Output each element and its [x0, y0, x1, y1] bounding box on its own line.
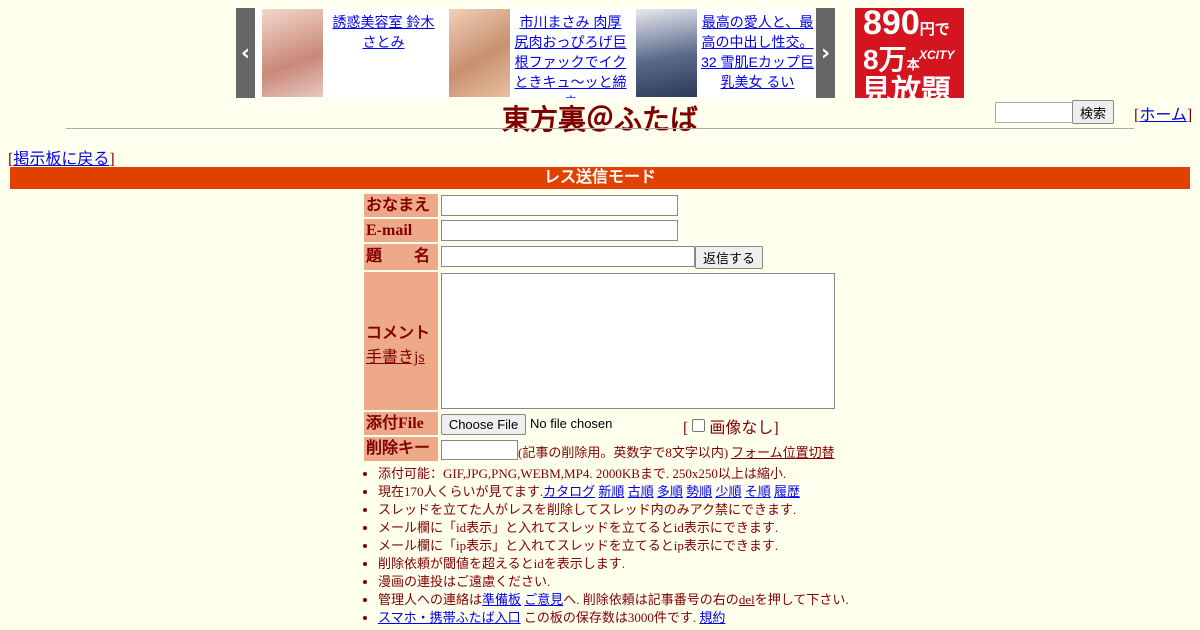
history-link[interactable]: 履歴 [774, 484, 800, 499]
divider [66, 128, 1134, 129]
rules-list: 添付可能：GIF,JPG,PNG,WEBM,MP4. 2000KBまで. 250… [360, 465, 849, 627]
ad-link-3[interactable]: 最高の愛人と、最高の中出し性交。32 雪肌Eカップ巨乳美女 るい [701, 14, 814, 90]
sort-new-link[interactable]: 新順 [598, 484, 624, 499]
del-link[interactable]: del [739, 592, 755, 607]
file-label: 添付File [364, 412, 438, 435]
catalog-link[interactable]: カタログ [543, 484, 595, 499]
ad-item-3[interactable]: 最高の愛人と、最高の中出し性交。32 雪肌Eカップ巨乳美女 るい [629, 8, 816, 98]
xcity-logo: XCITY [919, 48, 955, 62]
email-label: E-mail [364, 219, 438, 242]
tegaki-link[interactable]: 手書きjs [366, 349, 425, 366]
junbi-board-link[interactable]: 準備板 [482, 592, 521, 607]
email-input[interactable] [441, 220, 678, 241]
name-input[interactable] [441, 195, 678, 216]
list-item: 管理人への連絡は準備板 ご意見へ. 削除依頼は記事番号の右のdelを押して下さい… [378, 591, 849, 609]
submit-reply-button[interactable]: 返信する [695, 246, 763, 269]
comment-label: コメント [366, 325, 431, 342]
delete-key-label: 削除キー [364, 437, 438, 461]
mobile-entry-link[interactable]: スマホ・携帯ふたば入口 [378, 610, 521, 625]
toggle-form-position-link[interactable]: フォーム位置切替 [731, 442, 835, 461]
list-item: 漫画の連投はご遠慮ください. [378, 573, 849, 591]
list-item: 添付可能：GIF,JPG,PNG,WEBM,MP4. 2000KBまで. 250… [378, 465, 849, 483]
ad-link-1[interactable]: 誘惑美容室 鈴木さとみ [333, 14, 435, 50]
back-nav: [掲示板に戻る] [8, 151, 115, 168]
sort-momentum-link[interactable]: 勢順 [686, 484, 712, 499]
ad-thumbnail-1[interactable] [262, 9, 323, 97]
back-to-board-link[interactable]: 掲示板に戻る [13, 151, 109, 168]
ad-link-2[interactable]: 市川まさみ 肉厚尻肉おっぴろげ巨根ファックでイクときキュ～ッと締ま [515, 14, 627, 98]
ad-next-button[interactable]: › [816, 8, 835, 98]
sort-few-link[interactable]: 少順 [715, 484, 741, 499]
chevron-right-icon: › [820, 40, 831, 66]
terms-link[interactable]: 規約 [699, 610, 725, 625]
list-item: メール欄に「id表示」と入れてスレッドを立てるとid表示にできます. [378, 519, 849, 537]
sort-old-link[interactable]: 古順 [628, 484, 654, 499]
home-nav: [ホーム] [1134, 107, 1193, 124]
reply-mode-banner: レス送信モード [10, 167, 1190, 189]
sort-so-link[interactable]: そ順 [745, 484, 771, 499]
choose-file-button[interactable]: Choose File [441, 414, 526, 435]
file-status: No file chosen [530, 416, 613, 431]
delete-key-note: (記事の削除用。英数字で8文字以内) [518, 445, 729, 460]
comment-label-cell: コメント 手書きjs [364, 272, 438, 410]
subject-label: 題 名 [364, 244, 438, 270]
banner-ad[interactable]: 890円で 8万本 XCITY 見放題 [855, 8, 964, 98]
list-item: メール欄に「ip表示」と入れてスレッドを立てるとip表示にできます. [378, 537, 849, 555]
no-image-option: [ 画像なし] [683, 419, 779, 437]
no-image-checkbox[interactable] [692, 419, 706, 432]
ad-thumbnail-3[interactable] [636, 9, 697, 97]
list-item: スマホ・携帯ふたば入口 この板の保存数は3000件です. 規約 [378, 609, 849, 627]
delete-key-input[interactable] [441, 440, 518, 460]
list-item: 削除依頼が閾値を超えるとidを表示します. [378, 555, 849, 573]
ad-prev-button[interactable]: ‹ [236, 8, 255, 98]
ad-thumbnail-2[interactable] [449, 9, 510, 97]
search-input[interactable] [995, 102, 1075, 123]
chevron-left-icon: ‹ [240, 40, 251, 66]
search-button[interactable]: 検索 [1072, 100, 1114, 124]
sort-many-link[interactable]: 多順 [657, 484, 683, 499]
list-item: スレッドを立てた人がレスを削除してスレッド内のみアク禁にできます. [378, 501, 849, 519]
comment-textarea[interactable] [441, 273, 835, 409]
subject-input[interactable] [441, 246, 695, 267]
home-link[interactable]: ホーム [1139, 107, 1187, 124]
ad-item-1[interactable]: 誘惑美容室 鈴木さとみ [255, 8, 442, 98]
list-item: 現在170人くらいが見てます.カタログ 新順 古順 多順 勢順 少順 そ順 履歴 [378, 483, 849, 501]
feedback-link[interactable]: ご意見 [524, 592, 563, 607]
ad-item-2[interactable]: 市川まさみ 肉厚尻肉おっぴろげ巨根ファックでイクときキュ～ッと締ま [442, 8, 629, 98]
name-label: おなまえ [364, 194, 438, 217]
ad-carousel: ‹ 誘惑美容室 鈴木さとみ 市川まさみ 肉厚尻肉おっぴろげ巨根ファックでイクとき… [236, 8, 836, 98]
